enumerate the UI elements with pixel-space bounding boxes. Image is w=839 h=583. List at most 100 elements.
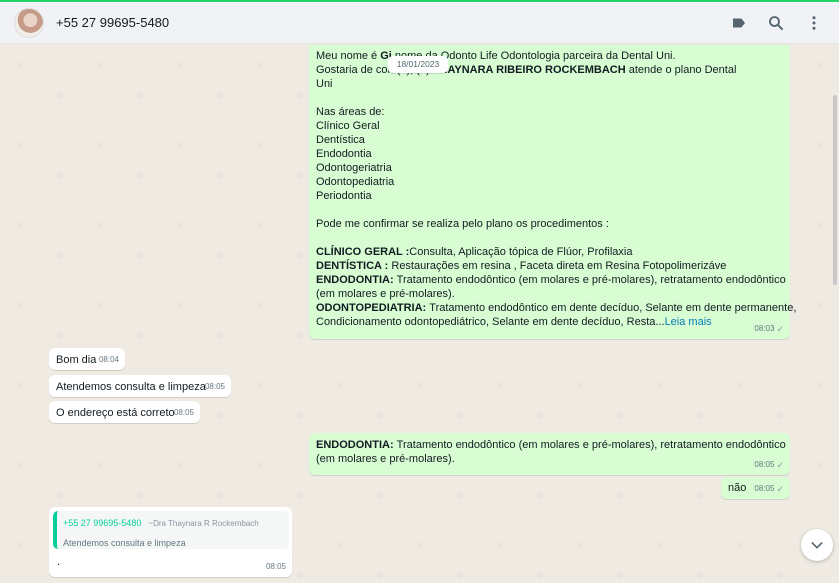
sent-check-icon: ✓ xyxy=(776,460,784,470)
message-line: O endereço está correto xyxy=(56,406,193,420)
message-line: . xyxy=(57,555,60,569)
message-segment: . xyxy=(57,556,61,568)
message-text: Atendemos consulta e limpeza xyxy=(56,380,224,394)
message-segment: atende o plano Dental xyxy=(625,64,737,76)
message-line: Odontopediatria xyxy=(316,175,783,189)
quoted-message[interactable]: +55 27 99695-5480 ~Dra Thaynara R Rockem… xyxy=(53,511,289,549)
chat-header: +55 27 99695-5480 xyxy=(0,2,839,44)
message-segment: ENDODONTIA: xyxy=(316,439,397,451)
contact-avatar[interactable] xyxy=(14,8,44,38)
message-segment: Tratamento endodôntico em dente decíduo,… xyxy=(429,302,797,314)
message-segment: Nas áreas de: xyxy=(316,106,385,118)
message-line xyxy=(316,231,783,245)
message-line: Endodontia xyxy=(316,147,783,161)
message-segment: Periodontia xyxy=(316,190,372,202)
date-pill: 18/01/2023 xyxy=(388,56,448,73)
message-line: Condicionamento odontopediátrico, Selant… xyxy=(316,315,783,329)
chat-area[interactable]: Meu nome é Gi nome da Odonto Life Odonto… xyxy=(0,45,839,583)
message-line xyxy=(316,203,783,217)
message-segment: Consulta, Aplicação tópica de Flúor, Pro… xyxy=(409,246,633,258)
message-segment: O endereço está correto xyxy=(56,407,175,419)
message-line: Pode me confirmar se realiza pelo plano … xyxy=(316,217,783,231)
scrollbar[interactable] xyxy=(833,95,837,285)
message-line: Clínico Geral xyxy=(316,119,783,133)
message-segment: CLÍNICO GERAL : xyxy=(316,246,410,258)
message-meta: 08:05 xyxy=(266,560,286,574)
search-icon[interactable] xyxy=(767,14,785,32)
message-line: Gostaria de con (o), (a) THAYNARA RIBEIR… xyxy=(316,63,783,77)
chevron-down-icon xyxy=(811,542,823,549)
message-segment: (em molares e pré-molares). xyxy=(316,453,455,465)
message-meta: 08:05 ✓ xyxy=(754,482,784,496)
menu-icon[interactable] xyxy=(805,14,823,32)
message-line: Nas áreas de: xyxy=(316,105,783,119)
message-line: ENDODONTIA: Tratamento endodôntico (em m… xyxy=(316,438,786,452)
message-segment: Condicionamento odontopediátrico, Selant… xyxy=(316,316,665,328)
message-meta: 08:05 xyxy=(205,380,225,394)
message-line: Dentística xyxy=(316,133,783,147)
message-time: 08:05 xyxy=(754,460,775,469)
message-line: Atendemos consulta e limpeza xyxy=(56,380,224,394)
message-segment: Endodontia xyxy=(316,148,372,160)
message-segment: não xyxy=(728,482,747,494)
message-time: 08:05 xyxy=(754,484,775,493)
message-segment: DENTÍSTICA : xyxy=(316,260,392,272)
message-text: ENDODONTIA: Tratamento endodôntico (em m… xyxy=(316,438,786,466)
message-meta: 08:05 ✓ xyxy=(754,458,784,472)
message-segment: Tratamento endodôntico (em molares e pré… xyxy=(396,439,786,451)
message-bubble[interactable]: ENDODONTIA: Tratamento endodôntico (em m… xyxy=(309,433,790,475)
message-segment: Tratamento endodôntico (em molares e pré… xyxy=(396,274,786,286)
message-line xyxy=(316,91,783,105)
message-segment: Odontogeriatria xyxy=(316,162,392,174)
message-line: Odontogeriatria xyxy=(316,161,783,175)
message-segment: Clínico Geral xyxy=(316,120,380,132)
message-segment: Restaurações em resina , Faceta direta e… xyxy=(391,260,727,272)
message-meta: 08:03 ✓ xyxy=(754,322,784,336)
message-bubble[interactable]: O endereço está correto 08:05 xyxy=(49,401,200,423)
label-icon[interactable] xyxy=(730,14,748,32)
message-segment: THAYNARA RIBEIRO ROCKEMBACH xyxy=(432,64,626,76)
quoted-sender: +55 27 99695-5480 xyxy=(63,518,142,528)
message-segment: (em molares e pré-molares). xyxy=(316,288,455,300)
message-segment: Uni xyxy=(316,78,333,90)
message-time: 08:05 xyxy=(173,408,194,417)
message-time: 08:04 xyxy=(98,355,119,364)
message-line: (em molares e pré-molares). xyxy=(316,287,783,301)
message-line: (em molares e pré-molares). xyxy=(316,452,783,466)
message-segment: Bom dia xyxy=(56,354,97,366)
message-bubble[interactable]: +55 27 99695-5480 ~Dra Thaynara R Rockem… xyxy=(49,507,292,577)
sent-check-icon: ✓ xyxy=(776,324,784,334)
message-bubble[interactable]: não 08:05 ✓ xyxy=(721,477,790,499)
scroll-down-button[interactable] xyxy=(801,529,833,561)
message-bubble[interactable]: Meu nome é Gi nome da Odonto Life Odonto… xyxy=(309,45,796,339)
message-text: Meu nome é Gi nome da Odonto Life Odonto… xyxy=(316,49,796,329)
sent-check-icon: ✓ xyxy=(776,484,784,494)
message-line: ODONTOPEDIATRIA: Tratamento endodôntico … xyxy=(316,301,796,315)
message-line: DENTÍSTICA : Restaurações em resina , Fa… xyxy=(316,259,783,273)
message-meta: 08:05 xyxy=(174,406,194,420)
message-segment: ENDODONTIA: xyxy=(316,274,397,286)
message-segment: Atendemos consulta e limpeza xyxy=(56,381,206,393)
quoted-text: Atendemos consulta e limpeza xyxy=(63,538,186,548)
message-segment: Odontopediatria xyxy=(316,176,395,188)
message-bubble[interactable]: Atendemos consulta e limpeza 08:05 xyxy=(49,375,231,397)
message-meta: 08:04 xyxy=(99,353,119,367)
message-line: Uni xyxy=(316,77,783,91)
message-text: O endereço está correto xyxy=(56,406,193,420)
message-time: 08:05 xyxy=(265,562,286,571)
message-line: CLÍNICO GERAL :Consulta, Aplicação tópic… xyxy=(316,245,783,259)
contact-name[interactable]: +55 27 99695-5480 xyxy=(56,15,169,30)
message-line: Meu nome é Gi nome da Odonto Life Odonto… xyxy=(316,49,783,63)
message-time: 08:03 xyxy=(754,324,775,333)
message-segment: ODONTOPEDIATRIA: xyxy=(316,302,430,314)
message-segment: Dentística xyxy=(316,134,365,146)
message-time: 08:05 xyxy=(204,382,225,391)
message-bubble[interactable]: Bom dia 08:04 xyxy=(49,348,125,370)
message-segment: Pode me confirmar se realiza pelo plano … xyxy=(316,218,609,230)
message-line: ENDODONTIA: Tratamento endodôntico (em m… xyxy=(316,273,786,287)
message-text: . xyxy=(57,555,60,569)
message-segment: Meu nome é xyxy=(316,50,381,62)
read-more-link[interactable]: Leia mais xyxy=(665,316,712,328)
message-line: Periodontia xyxy=(316,189,783,203)
quoted-pushname: ~Dra Thaynara R Rockembach xyxy=(148,519,259,528)
